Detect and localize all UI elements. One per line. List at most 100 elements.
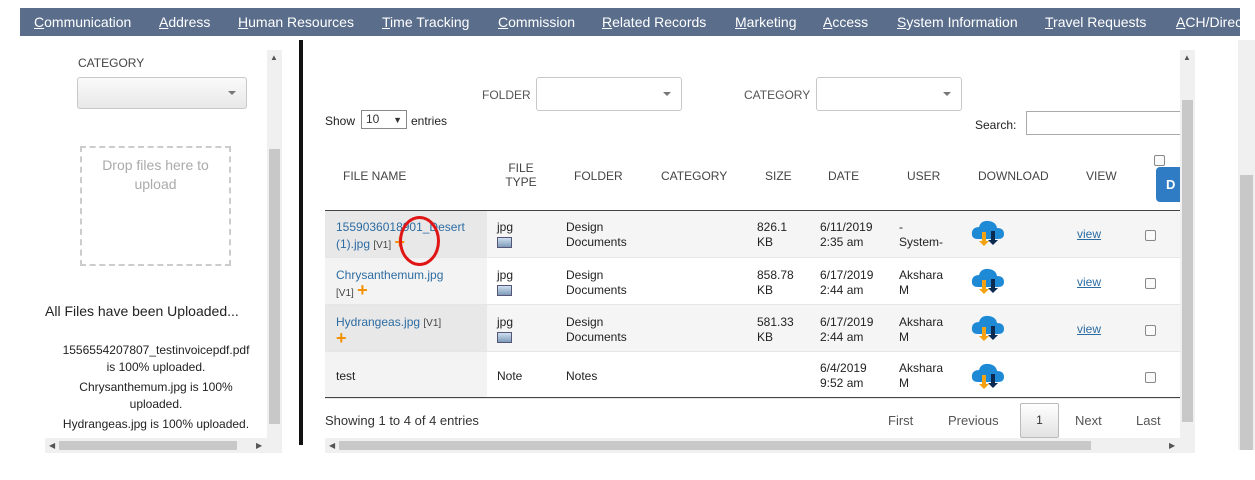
- scroll-up-arrow-icon[interactable]: ▲: [270, 54, 278, 62]
- tab-commission[interactable]: Commission: [498, 8, 575, 36]
- view-link[interactable]: view: [1077, 322, 1101, 336]
- date-text: 6/4/2019: [820, 361, 867, 375]
- col-header-file-type[interactable]: FILE TYPE: [503, 161, 539, 189]
- pagination-next[interactable]: Next: [1075, 413, 1102, 428]
- tab-communication[interactable]: Communication: [34, 8, 131, 36]
- col-header-category[interactable]: CATEGORY: [661, 169, 727, 183]
- file-name-link[interactable]: Hydrangeas.jpg: [336, 315, 420, 329]
- search-input[interactable]: [1026, 111, 1186, 135]
- file-type-cell: jpg: [497, 220, 513, 250]
- tab-marketing[interactable]: Marketing: [735, 8, 796, 36]
- col-header-file-type-line: TYPE: [505, 175, 537, 189]
- tab-access[interactable]: Access: [823, 8, 868, 36]
- view-link[interactable]: view: [1077, 227, 1101, 241]
- tab-related-records[interactable]: Related Records: [602, 8, 706, 36]
- tab-ach-direct[interactable]: ACH/Direc: [1176, 8, 1240, 36]
- category-select[interactable]: [77, 77, 247, 109]
- upload-panel-hscrollbar[interactable]: ◀ ▶: [45, 438, 282, 453]
- select-all-checkbox[interactable]: [1154, 155, 1165, 166]
- page-scrollbar[interactable]: [1238, 40, 1255, 450]
- col-header-file-name[interactable]: FILE NAME: [343, 169, 406, 183]
- tab-system-information[interactable]: System Information: [897, 8, 1018, 36]
- scroll-left-arrow-icon[interactable]: ◀: [49, 442, 55, 450]
- tab-human-resources[interactable]: Human Resources: [238, 8, 354, 36]
- user-cell: Akshara M: [899, 268, 943, 298]
- row-select-checkbox[interactable]: [1145, 372, 1156, 383]
- col-header-view: VIEW: [1086, 169, 1117, 183]
- page-scrollbar-thumb[interactable]: [1240, 175, 1253, 450]
- folder-text: Design: [566, 315, 604, 329]
- chevron-down-icon: [228, 91, 236, 95]
- scroll-right-arrow-icon[interactable]: ▶: [1169, 442, 1175, 450]
- file-type-cell: jpg: [497, 268, 513, 298]
- col-header-folder[interactable]: FOLDER: [574, 169, 623, 183]
- version-tag: [V1]: [373, 240, 392, 251]
- size-text: 858.78: [757, 268, 794, 282]
- folder-filter-select[interactable]: [536, 77, 682, 111]
- row-select-checkbox[interactable]: [1145, 230, 1156, 241]
- view-link[interactable]: view: [1077, 275, 1101, 289]
- user-text: M: [899, 283, 909, 297]
- file-dropzone[interactable]: Drop files here to upload: [80, 146, 231, 266]
- category-label: CATEGORY: [78, 56, 145, 70]
- documents-hscroll-thumb[interactable]: [339, 441, 1091, 450]
- pagination-previous[interactable]: Previous: [948, 413, 999, 428]
- scroll-up-arrow-icon[interactable]: ▲: [1183, 54, 1191, 62]
- row-select-checkbox[interactable]: [1145, 325, 1156, 336]
- col-header-size[interactable]: SIZE: [765, 169, 792, 183]
- documents-panel: FOLDER CATEGORY Show 10 ▼ entries Search…: [325, 50, 1195, 453]
- cloud-download-icon[interactable]: [970, 267, 1006, 295]
- folder-text: Documents: [566, 283, 627, 297]
- date-cell: 6/4/2019 9:52 am: [820, 361, 867, 391]
- size-text: KB: [757, 330, 774, 344]
- documents-hscrollbar[interactable]: ◀ ▶: [325, 438, 1195, 453]
- file-type-text: jpg: [497, 220, 514, 234]
- documents-vscrollbar[interactable]: ▲: [1180, 50, 1195, 438]
- cloud-download-icon[interactable]: [970, 314, 1006, 342]
- row-select-checkbox[interactable]: [1145, 278, 1156, 289]
- scroll-left-arrow-icon[interactable]: ◀: [329, 442, 335, 450]
- documents-vscroll-thumb[interactable]: [1182, 100, 1193, 422]
- tab-address[interactable]: Address: [159, 8, 210, 36]
- category-filter-select[interactable]: [816, 77, 962, 111]
- image-file-icon: [497, 237, 512, 249]
- tab-time-tracking[interactable]: Time Tracking: [382, 8, 469, 36]
- cloud-download-icon[interactable]: [970, 219, 1006, 247]
- col-header-date[interactable]: DATE: [828, 169, 859, 183]
- date-cell: 6/11/2019 2:35 am: [820, 220, 873, 250]
- upload-panel-vscroll-thumb[interactable]: [269, 149, 280, 424]
- date-text: 2:35 am: [820, 235, 864, 249]
- entries-label: entries: [411, 114, 448, 128]
- date-text: 2:44 am: [820, 330, 864, 344]
- upload-status-line: 1556554207807_testinvoicepdf.pdf: [62, 343, 250, 357]
- date-cell: 6/17/2019 2:44 am: [820, 315, 873, 345]
- size-cell: 581.33 KB: [757, 315, 794, 345]
- date-text: 6/17/2019: [820, 268, 874, 282]
- scroll-right-arrow-icon[interactable]: ▶: [256, 442, 262, 450]
- upload-panel-vscrollbar[interactable]: ▲: [267, 50, 282, 438]
- pagination-first[interactable]: First: [888, 413, 913, 428]
- user-text: Akshara: [899, 361, 944, 375]
- upload-status-item: 1556554207807_testinvoicepdf.pdf is 100%…: [45, 342, 267, 376]
- plus-icon[interactable]: +: [336, 328, 347, 348]
- tab-travel-requests[interactable]: Travel Requests: [1045, 8, 1146, 36]
- pagination-last[interactable]: Last: [1136, 413, 1161, 428]
- user-text: Akshara: [899, 268, 944, 282]
- date-text: 6/17/2019: [820, 315, 874, 329]
- file-name: Hydrangeas.jpg [V1] +: [336, 315, 441, 348]
- cloud-download-icon[interactable]: [970, 362, 1006, 390]
- entries-per-page-select[interactable]: 10 ▼: [361, 110, 407, 129]
- table-row: Chrysanthemum.jpg [V1] + jpg Design Docu…: [325, 258, 1180, 305]
- col-header-user[interactable]: USER: [907, 169, 940, 183]
- chevron-down-icon: ▼: [393, 115, 402, 125]
- file-name-link[interactable]: Chrysanthemum.jpg: [336, 268, 443, 282]
- plus-icon[interactable]: +: [357, 280, 368, 300]
- upload-status-line: Hydrangeas.jpg is 100% uploaded.: [62, 417, 250, 431]
- table-row: test Note Notes 6/4/2019 9:52 am Akshara…: [325, 352, 1180, 399]
- pagination-current-page[interactable]: 1: [1020, 403, 1059, 438]
- upload-panel-hscroll-thumb[interactable]: [59, 441, 237, 450]
- file-type-text: jpg: [497, 315, 514, 329]
- file-name-link[interactable]: (1).jpg: [336, 237, 370, 251]
- user-text: System-: [899, 235, 944, 249]
- folder-text: Design: [566, 268, 604, 282]
